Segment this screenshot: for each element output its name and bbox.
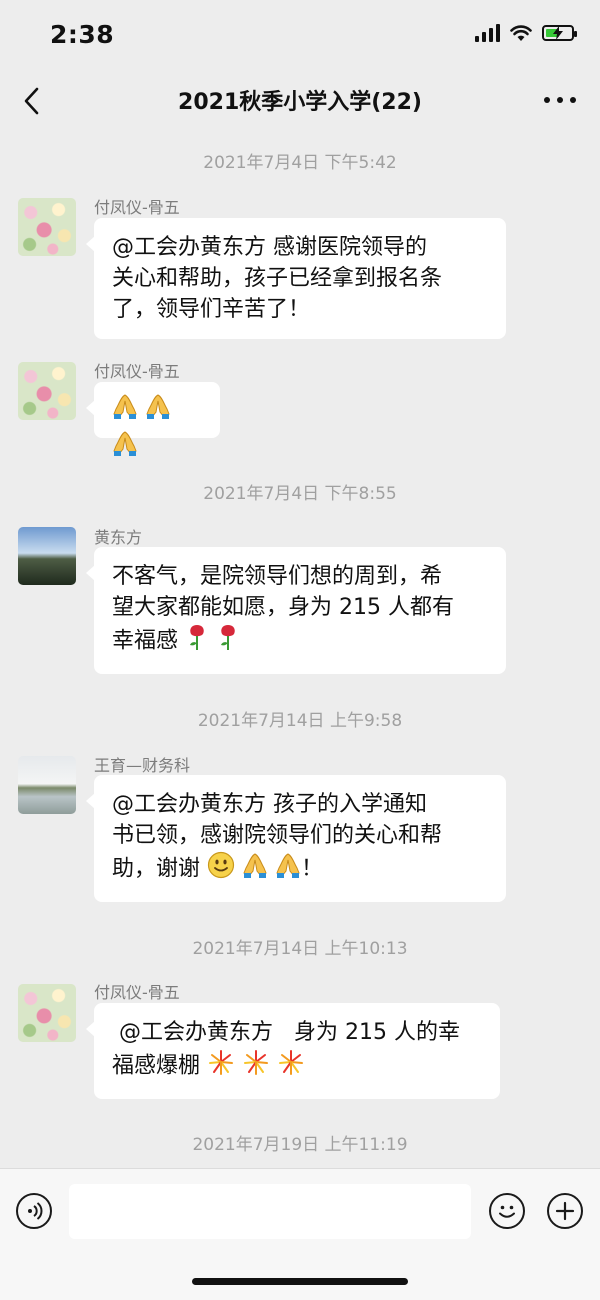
message-line: @工会办黄东方 孩子的入学通知	[112, 792, 427, 817]
sender-name: 黄东方	[94, 528, 143, 547]
message-line: 助，谢谢	[112, 856, 201, 882]
emoji-icon[interactable]	[489, 1193, 525, 1229]
folded-hands-emoji	[145, 392, 171, 429]
folded-hands-emoji	[112, 392, 138, 429]
wifi-icon	[510, 24, 532, 41]
message-bubble[interactable]: @工会办黄东方 孩子的入学通知 书已领，感谢院领导们的关心和帮 助，谢谢 ！	[86, 775, 506, 902]
sender-name: 付凤仪-骨五	[94, 983, 180, 1002]
message-line: @工会办黄东方 感谢医院领导的	[112, 235, 427, 260]
firework-emoji	[242, 1048, 270, 1085]
timestamp: 2021年7月14日 上午10:13	[192, 939, 408, 959]
message-line: 书已领，感谢院领导们的关心和帮	[112, 823, 443, 848]
sender-name: 付凤仪-骨五	[94, 198, 180, 217]
timestamp: 2021年7月19日 上午11:19	[192, 1135, 408, 1155]
home-indicator[interactable]	[192, 1278, 408, 1285]
message-line: 不客气，是院领导们想的周到，希	[112, 564, 443, 589]
sender-name: 王育—财务科	[94, 756, 191, 775]
status-icons	[475, 24, 577, 42]
message-bubble[interactable]: @工会办黄东方 感谢医院领导的 关心和帮助，孩子已经拿到报名条 了，领导们辛苦了…	[86, 218, 506, 339]
message-bubble[interactable]: @工会办黄东方 身为 215 人的幸 福感爆棚	[86, 1003, 500, 1099]
message-line: 福感爆棚	[112, 1053, 201, 1079]
message-line: 幸福感	[112, 628, 179, 654]
rose-emoji	[185, 623, 209, 660]
message-input[interactable]	[69, 1184, 471, 1239]
signal-icon	[475, 24, 500, 42]
folded-hands-emoji	[242, 851, 268, 888]
avatar[interactable]	[18, 198, 76, 256]
nav-bar: 2021秋季小学入学(22)	[0, 70, 600, 134]
sender-name: 付凤仪-骨五	[94, 362, 180, 381]
message-bubble[interactable]	[86, 382, 220, 456]
message-bubble[interactable]: 不客气，是院领导们想的周到，希 望大家都能如愿，身为 215 人都有 幸福感	[86, 547, 506, 674]
battery-icon	[542, 25, 577, 41]
timestamp: 2021年7月4日 下午5:42	[203, 153, 397, 173]
folded-hands-emoji	[112, 429, 138, 466]
firework-emoji	[277, 1048, 305, 1085]
chat-area[interactable]: 2021年7月4日 下午5:42 付凤仪-骨五 @工会办黄东方 感谢医院领导的 …	[0, 134, 600, 1168]
plus-icon[interactable]	[547, 1193, 583, 1229]
rose-emoji	[216, 623, 240, 660]
message-line: 关心和帮助，孩子已经拿到报名条	[112, 266, 443, 291]
smile-emoji	[207, 851, 235, 888]
message-line: ！	[301, 856, 324, 882]
timestamp: 2021年7月14日 上午9:58	[197, 711, 403, 731]
message-line: 望大家都能如愿，身为 215 人都有	[112, 595, 454, 620]
folded-hands-emoji	[275, 851, 301, 888]
more-dots-icon[interactable]	[542, 88, 578, 112]
message-line: @工会办黄东方 身为 215 人的幸	[112, 1020, 460, 1045]
chat-title: 2021秋季小学入学(22)	[178, 90, 422, 115]
firework-emoji	[207, 1048, 235, 1085]
avatar[interactable]	[18, 984, 76, 1042]
avatar[interactable]	[18, 756, 76, 814]
status-bar: 2:38	[0, 0, 600, 70]
status-time: 2:38	[50, 20, 115, 49]
message-line: 了，领导们辛苦了！	[112, 297, 311, 322]
voice-icon[interactable]	[16, 1193, 52, 1229]
avatar[interactable]	[18, 527, 76, 585]
timestamp: 2021年7月4日 下午8:55	[203, 484, 397, 504]
avatar[interactable]	[18, 362, 76, 420]
